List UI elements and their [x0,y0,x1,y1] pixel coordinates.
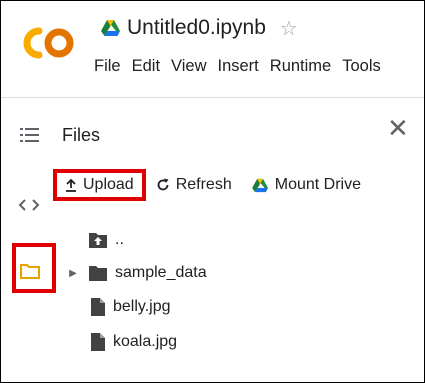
google-drive-icon [251,178,268,192]
tree-item-parent[interactable]: .. [89,228,124,252]
menu-runtime[interactable]: Runtime [270,57,331,76]
mount-drive-button[interactable]: Mount Drive [251,176,361,194]
tree-item-label: belly.jpg [113,298,171,315]
colab-window: Untitled0.ipynb ☆ File Edit View Insert … [0,0,425,383]
star-icon[interactable]: ☆ [280,16,298,41]
upload-button[interactable]: Upload [53,169,146,201]
menu-insert[interactable]: Insert [218,57,259,76]
tree-item-label: .. [115,231,124,248]
table-of-contents-icon[interactable] [20,127,40,143]
close-icon[interactable]: ✕ [387,115,409,141]
folder-up-icon [89,233,107,248]
files-toolbar: Upload Refresh Mount Drive [53,167,361,203]
google-drive-icon [101,20,120,36]
tree-item-label: sample_data [115,264,207,281]
tree-item-label: koala.jpg [113,333,178,350]
notebook-title[interactable]: Untitled0.ipynb [127,16,266,40]
refresh-icon [157,178,169,191]
folder-highlight-box [12,243,56,293]
upload-label: Upload [83,176,134,193]
header: Untitled0.ipynb ☆ File Edit View Insert … [1,1,424,97]
title-row: Untitled0.ipynb ☆ [101,14,298,42]
tree-item-sample-data[interactable]: ▶ sample_data [63,261,207,285]
menu-bar: File Edit View Insert Runtime Tools [94,57,392,76]
code-snippets-icon[interactable] [18,197,40,213]
menu-edit[interactable]: Edit [132,57,160,76]
menu-tools[interactable]: Tools [342,57,381,76]
file-icon [91,298,105,316]
file-icon [91,333,105,351]
menu-file[interactable]: File [94,57,121,76]
header-divider [1,97,424,98]
expand-arrow-icon[interactable]: ▶ [63,268,83,279]
refresh-button[interactable]: Refresh [156,176,232,194]
files-panel-title: Files [62,125,101,145]
upload-icon [66,178,76,192]
colab-logo-icon[interactable] [19,23,77,63]
tree-item-koala[interactable]: koala.jpg [91,330,177,354]
folder-icon [89,266,107,281]
tree-item-belly[interactable]: belly.jpg [91,295,171,319]
menu-view[interactable]: View [171,57,206,76]
mount-drive-label: Mount Drive [274,176,361,193]
refresh-label: Refresh [175,176,232,193]
